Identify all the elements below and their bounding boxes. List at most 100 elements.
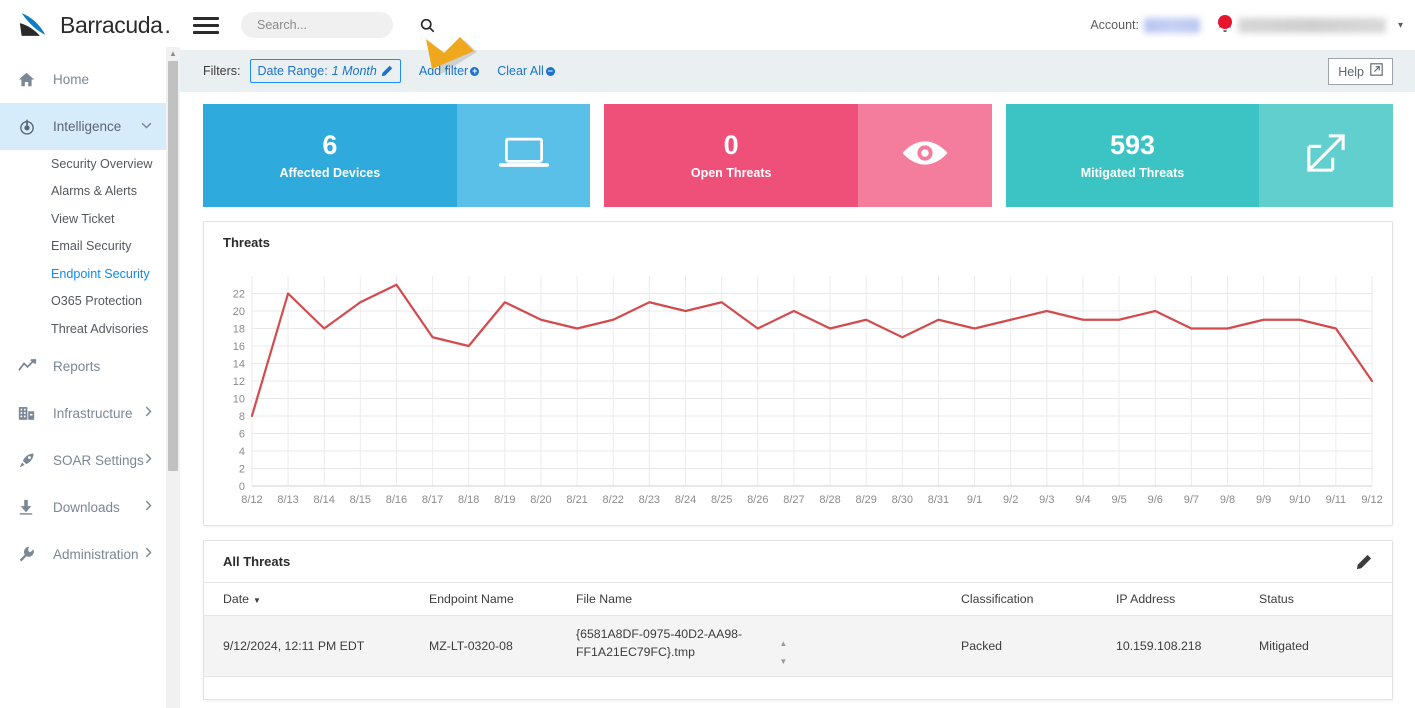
brand-name-suffix: .	[164, 11, 171, 38]
svg-text:16: 16	[233, 341, 245, 353]
sidebar-item-reports[interactable]: Reports	[0, 343, 166, 390]
filter-bar: Filters: Date Range: 1 Month Add filter …	[180, 50, 1415, 92]
svg-text:8/18: 8/18	[458, 494, 479, 506]
help-button[interactable]: Help	[1328, 58, 1393, 85]
svg-text:8/27: 8/27	[783, 494, 804, 506]
column-header-status[interactable]: Status	[1259, 582, 1392, 616]
sidebar-item-email-security[interactable]: Email Security	[0, 233, 166, 261]
threats-line-chart[interactable]: 0 2 4 6 8 10 12 14 16 18 20 22 8/12 8/13 8/14 8/15 8/16 8…	[204, 258, 1386, 520]
svg-text:8/28: 8/28	[819, 494, 840, 506]
brand-name: Barracuda	[60, 11, 163, 38]
sidebar-item-downloads[interactable]: Downloads	[0, 484, 166, 531]
chevron-down-icon[interactable]	[141, 121, 152, 132]
hamburger-icon[interactable]	[193, 13, 219, 38]
sidebar-item-label: Intelligence	[53, 119, 122, 134]
top-bar: Account: ▾	[166, 0, 1415, 50]
column-header-endpoint-name[interactable]: Endpoint Name	[429, 582, 576, 616]
svg-text:8/24: 8/24	[675, 494, 696, 506]
kpi-body: 6 Affected Devices	[203, 104, 457, 207]
kpi-icon-panel[interactable]	[456, 104, 591, 207]
svg-text:9/11: 9/11	[1326, 494, 1347, 506]
column-header-date[interactable]: Date ▼	[204, 582, 429, 616]
kpi-value: 593	[1109, 129, 1156, 160]
sidebar-scrollbar[interactable]: ▲	[166, 47, 180, 708]
sidebar-item-administration[interactable]: Administration	[0, 531, 166, 578]
file-name-spinner[interactable]: ▲ ▼	[779, 639, 787, 666]
search-box[interactable]	[241, 12, 435, 38]
search-input[interactable]	[255, 17, 420, 33]
main-content: Filters: Date Range: 1 Month Add filter …	[180, 50, 1415, 708]
sidebar-item-security-overview[interactable]: Security Overview	[0, 150, 166, 178]
brand-logo[interactable]: Barracuda.	[0, 0, 171, 50]
svg-text:8/20: 8/20	[530, 494, 551, 506]
sidebar-item-infrastructure[interactable]: Infrastructure	[0, 390, 166, 437]
date-range-label: Date Range:	[257, 64, 328, 78]
svg-text:9/10: 9/10	[1289, 494, 1310, 506]
svg-text:9/5: 9/5	[1111, 494, 1126, 506]
svg-text:8/29: 8/29	[855, 494, 876, 506]
kpi-card-open-threats[interactable]: 0 Open Threats	[604, 104, 992, 207]
sidebar-item-home[interactable]: Home	[0, 56, 166, 103]
column-header-ip-address[interactable]: IP Address	[1116, 582, 1259, 616]
chevron-right-icon[interactable]	[145, 547, 152, 561]
sidebar-item-endpoint-security[interactable]: Endpoint Security	[0, 260, 166, 288]
svg-text:12: 12	[233, 376, 245, 388]
sidebar-subitem-label: Alarms & Alerts	[51, 184, 138, 199]
search-icon[interactable]	[420, 18, 435, 33]
svg-text:8/31: 8/31	[928, 494, 949, 506]
kpi-card-affected-devices[interactable]: 6 Affected Devices	[203, 104, 591, 207]
sidebar-item-label: Reports	[53, 358, 101, 374]
svg-text:22: 22	[233, 288, 245, 300]
kpi-value: 0	[723, 129, 739, 160]
sidebar-item-intelligence[interactable]: Intelligence	[0, 103, 166, 150]
kpi-body: 0 Open Threats	[604, 104, 859, 207]
table-row[interactable]: 9/12/2024, 12:11 PM EDT MZ-LT-0320-08 {6…	[204, 615, 1392, 678]
account-value-redacted	[1143, 17, 1200, 33]
sidebar-item-alarms-alerts[interactable]: Alarms & Alerts	[0, 178, 166, 206]
clear-all-link[interactable]: Clear All −	[497, 64, 555, 78]
external-link-icon	[1370, 62, 1383, 81]
sidebar-subitem-label: View Ticket	[51, 211, 115, 226]
home-icon	[18, 69, 44, 91]
kpi-card-mitigated-threats[interactable]: 593 Mitigated Threats	[1005, 104, 1393, 207]
add-filter-link[interactable]: Add filter +	[419, 64, 480, 78]
sidebar-subnav-intelligence: Security Overview Alarms & Alerts View T…	[0, 150, 166, 343]
column-header-file-name[interactable]: File Name	[576, 582, 961, 616]
pencil-icon[interactable]	[381, 65, 393, 77]
chevron-right-icon[interactable]	[145, 453, 152, 467]
user-name-redacted	[1237, 17, 1386, 33]
minus-circle-icon[interactable]: −	[545, 66, 555, 76]
spinner-down-icon[interactable]: ▼	[779, 657, 787, 666]
column-header-classification[interactable]: Classification	[961, 582, 1116, 616]
cell-classification: Packed	[961, 615, 1116, 678]
sidebar-item-threat-advisories[interactable]: Threat Advisories	[0, 315, 166, 343]
target-icon	[18, 116, 44, 138]
svg-text:4: 4	[239, 446, 245, 458]
kpi-icon-panel[interactable]	[1259, 104, 1393, 207]
sidebar-subitem-label: Email Security	[51, 239, 132, 254]
plus-circle-icon[interactable]: +	[470, 66, 480, 76]
sidebar-item-soar-settings[interactable]: SOAR Settings	[0, 437, 166, 484]
chevron-down-icon[interactable]: ▾	[1398, 20, 1403, 31]
spinner-up-icon[interactable]: ▲	[779, 639, 787, 648]
bell-icon[interactable]	[1217, 15, 1233, 35]
kpi-icon-panel[interactable]	[858, 104, 992, 207]
date-range-filter-chip[interactable]: Date Range: 1 Month	[249, 59, 401, 83]
sidebar-nav: Home Intelligence Security Overview Alar…	[0, 56, 166, 578]
chevron-right-icon[interactable]	[145, 500, 152, 514]
svg-text:8/23: 8/23	[639, 494, 660, 506]
svg-text:8/30: 8/30	[892, 494, 913, 506]
scroll-up-arrow-icon[interactable]: ▲	[166, 47, 180, 60]
scrollbar-thumb[interactable]	[168, 61, 178, 471]
edit-columns-pencil-icon[interactable]	[1356, 554, 1372, 575]
sidebar-item-view-ticket[interactable]: View Ticket	[0, 205, 166, 233]
sidebar-item-o365-protection[interactable]: O365 Protection	[0, 288, 166, 316]
kpi-body: 593 Mitigated Threats	[1005, 104, 1260, 207]
table-header: Date ▼ Endpoint Name File Name Classifica…	[204, 582, 1392, 616]
chevron-right-icon[interactable]	[145, 406, 152, 420]
svg-text:8/22: 8/22	[603, 494, 624, 506]
cell-date: 9/12/2024, 12:11 PM EDT	[204, 615, 429, 678]
top-bar-right: Account: ▾	[1090, 15, 1415, 35]
clear-all-label: Clear All	[497, 64, 544, 78]
svg-text:0: 0	[239, 481, 245, 493]
